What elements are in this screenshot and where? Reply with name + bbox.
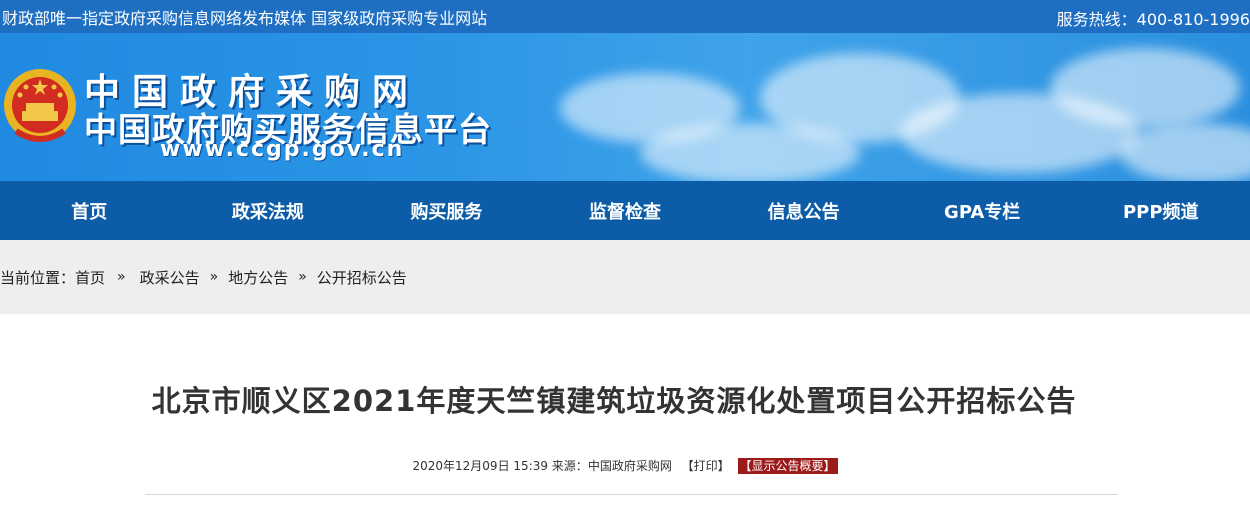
breadcrumb-prefix: 当前位置： [0,268,76,287]
source-label: 来源： [551,459,588,473]
breadcrumb-tender-link[interactable]: 公开招标公告 [317,267,407,288]
site-url: www.ccgp.gov.cn [160,137,405,162]
main-nav: 首页 政采法规 购买服务 监督检查 信息公告 GPA专栏 PPP频道 [0,181,1250,240]
nav-item-gpa[interactable]: GPA专栏 [893,198,1072,224]
article-meta: 2020年12月09日 15:39 来源：中国政府采购网 【打印】 【显示公告概… [0,457,1250,474]
nav-item-ppp[interactable]: PPP频道 [1071,198,1250,224]
breadcrumb-separator: » [117,269,126,285]
show-summary-button[interactable]: 【显示公告概要】 [737,458,838,474]
breadcrumb: 当前位置： 首页 » 政采公告 » 地方公告 » 公开招标公告 [0,240,1250,314]
nav-item-purchase-services[interactable]: 购买服务 [357,198,536,224]
top-info-bar: 财政部唯一指定政府采购信息网络发布媒体 国家级政府采购专业网站 服务热线：400… [0,0,1250,33]
print-link[interactable]: 【打印】 [682,459,730,473]
site-banner: 中国政府采购网 中国政府购买服务信息平台 www.ccgp.gov.cn [0,33,1250,181]
breadcrumb-home-link[interactable]: 首页 [75,267,105,288]
nav-item-announcements[interactable]: 信息公告 [714,198,893,224]
publish-datetime: 2020年12月09日 15:39 [412,459,548,473]
breadcrumb-separator: » [298,269,307,285]
divider [145,494,1118,495]
article-header: 北京市顺义区2021年度天竺镇建筑垃圾资源化处置项目公开招标公告 2020年12… [0,314,1250,506]
breadcrumb-procurement-link[interactable]: 政采公告 [140,267,200,288]
breadcrumb-separator: » [209,269,219,285]
site-slogan: 财政部唯一指定政府采购信息网络发布媒体 国家级政府采购专业网站 [2,8,488,28]
nav-item-regulations[interactable]: 政采法规 [179,198,358,224]
nav-item-home[interactable]: 首页 [0,198,179,224]
article-title: 北京市顺义区2021年度天竺镇建筑垃圾资源化处置项目公开招标公告 [151,384,1077,418]
national-emblem-icon [4,69,76,142]
service-hotline: 服务热线：400-810-1996 [1056,10,1250,29]
nav-item-supervision[interactable]: 监督检查 [536,198,715,224]
source-name: 中国政府采购网 [587,459,672,473]
breadcrumb-local-link[interactable]: 地方公告 [228,267,288,288]
